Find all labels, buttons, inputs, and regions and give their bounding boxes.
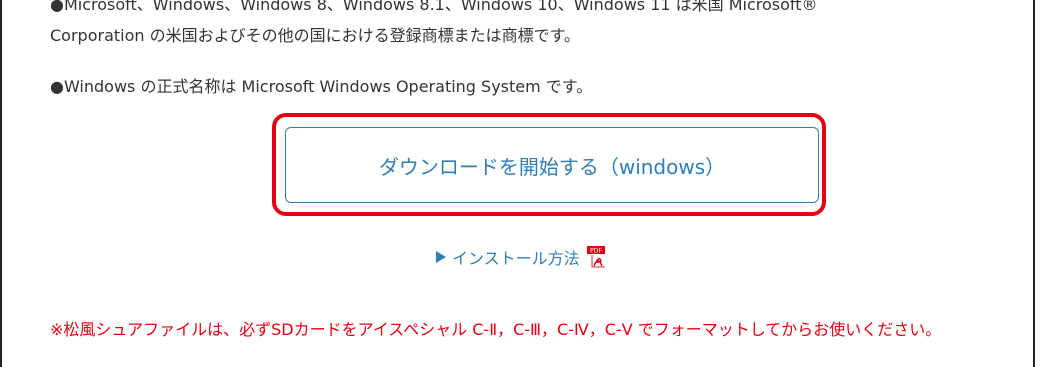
content-frame: ●Microsoft、Windows、Windows 8、Windows 8.1… xyxy=(0,0,1035,367)
svg-text:PDF: PDF xyxy=(590,248,602,255)
triangle-right-icon xyxy=(436,251,446,263)
download-windows-button[interactable]: ダウンロードを開始する（windows） xyxy=(285,127,819,203)
pdf-icon[interactable]: PDF xyxy=(586,245,608,269)
trademark-notice-line: Corporation の米国およびその他の国における登録商標または商標です。 xyxy=(50,26,581,45)
install-guide-label: インストール方法 xyxy=(452,249,580,268)
windows-name-notice: ●Windows の正式名称は Microsoft Windows Operat… xyxy=(50,77,593,96)
install-guide-link[interactable]: インストール方法 PDF xyxy=(436,245,608,269)
trademark-notice-partial: ●Microsoft、Windows、Windows 8、Windows 8.1… xyxy=(50,0,818,14)
download-button-label: ダウンロードを開始する（windows） xyxy=(378,154,726,179)
sd-card-warning: ※松風シュアファイルは、必ずSDカードをアイスペシャル C-Ⅱ，C-Ⅲ，C-Ⅳ，… xyxy=(50,320,942,339)
